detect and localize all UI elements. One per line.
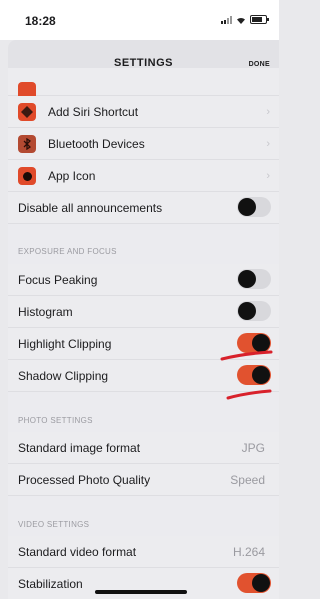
annotation-underline-highlight <box>220 350 273 361</box>
home-indicator <box>95 590 187 594</box>
annotation-underline-shadow <box>226 389 272 400</box>
annotation-marks <box>220 350 273 400</box>
